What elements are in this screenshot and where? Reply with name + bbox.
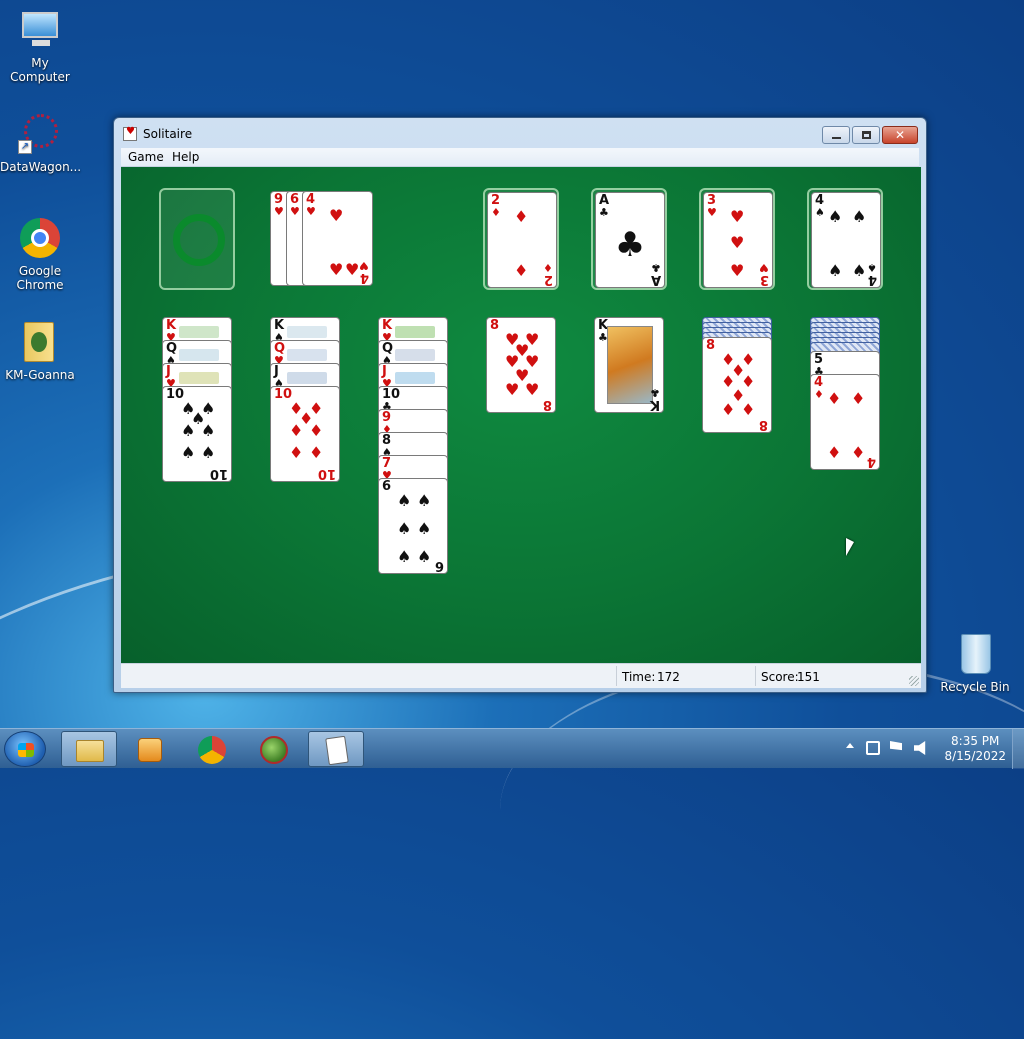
tableau-top-card[interactable]: 4 ♦ ♦ ♦ ♦ ♦ 4 (810, 374, 880, 470)
close-icon: ✕ (894, 128, 906, 142)
resize-grip-icon[interactable] (909, 676, 919, 686)
minimize-icon (832, 137, 841, 139)
tableau-top-card[interactable]: K ♣ K ♣ (594, 317, 664, 413)
network-icon[interactable] (866, 741, 880, 755)
start-button[interactable] (4, 731, 46, 767)
title-bar[interactable]: Solitaire ✕ (114, 118, 926, 148)
tableau-top-card[interactable]: 6 ♠ ♠ ♠ ♠ ♠ ♠ 6 (378, 478, 448, 574)
score-value: 151 (797, 670, 820, 684)
tableau-top-card[interactable]: 10 ♠ ♠ ♠ ♠ ♠ ♠ ♠ 10 (162, 386, 232, 482)
windows-logo-icon (18, 743, 34, 757)
show-desktop-button[interactable] (1012, 729, 1024, 769)
taskbar-goanna[interactable] (246, 731, 302, 767)
menu-game[interactable]: Game (128, 150, 164, 164)
window-title: Solitaire (143, 127, 193, 141)
folder-icon (18, 320, 62, 364)
foundation-card: A ♣ ♣ A ♣ (595, 192, 665, 288)
computer-icon (18, 8, 62, 52)
clock-date: 8/15/2022 (944, 749, 1006, 763)
clock[interactable]: 8:35 PM 8/15/2022 (944, 734, 1006, 764)
desktop-icon-label: KM-Goanna (5, 368, 75, 382)
maximize-icon (862, 131, 871, 139)
score-label: Score: (761, 670, 799, 684)
waste-top-card[interactable]: 4 ♥ ♥ ♥ ♥ 4 ♥ (302, 191, 373, 286)
taskbar-media-player[interactable] (122, 731, 178, 767)
desktop-icon-label: Recycle Bin (940, 680, 1010, 694)
desktop-icon-label: DataWagon... (0, 160, 82, 174)
status-bar: Time: 172 Score: 151 (121, 663, 921, 688)
solitaire-app-icon (123, 126, 137, 141)
menu-help[interactable]: Help (172, 150, 199, 164)
taskbar-solitaire[interactable] (308, 731, 364, 767)
chrome-icon (18, 216, 62, 260)
show-hidden-icons-icon[interactable] (846, 743, 854, 748)
desktop-icon-recycle-bin[interactable]: Recycle Bin (935, 632, 1015, 694)
game-board[interactable]: 9 ♥ 6 ♥ 4 ♥ ♥ ♥ ♥ 4 ♥ 2 ♦ ♦ ♦ 2 ♦ A ♣ ♣ A ♣ (121, 167, 921, 663)
foundation-3[interactable]: 3 ♥ ♥ ♥ ♥ 3 ♥ (699, 188, 775, 290)
mouse-cursor-icon (846, 538, 854, 556)
tableau-top-card[interactable]: 10 ♦ ♦ ♦ ♦ ♦ ♦ ♦ 10 (270, 386, 340, 482)
tableau-top-card[interactable]: 8 ♦ ♦ ♦ ♦ ♦ ♦ ♦ ♦ 8 (702, 337, 772, 433)
tableau-top-card[interactable]: 8 ♥ ♥ ♥ ♥ ♥ ♥ ♥ ♥ 8 (486, 317, 556, 413)
menu-bar: Game Help (121, 148, 919, 167)
stock-pile[interactable] (159, 188, 235, 290)
redeal-ring-icon (173, 214, 225, 266)
solitaire-cards-icon (325, 735, 349, 766)
foundation-card: 3 ♥ ♥ ♥ ♥ 3 ♥ (703, 192, 773, 288)
solitaire-window: Solitaire ✕ Game Help 9♥ 6♥ 4♥ ♥♥♥ 4♥ (113, 117, 927, 693)
foundation-1[interactable]: 2 ♦ ♦ ♦ 2 ♦ (483, 188, 559, 290)
maximize-button[interactable] (852, 126, 880, 144)
clock-time: 8:35 PM (951, 734, 1000, 748)
foundation-2[interactable]: A ♣ ♣ A ♣ (591, 188, 667, 290)
time-label: Time: (622, 670, 656, 684)
media-player-icon (138, 738, 162, 762)
foundation-card: 4 ♠ ♠ ♠ ♠ ♠ 4 ♠ (811, 192, 881, 288)
taskbar: 8:35 PM 8/15/2022 (0, 728, 1024, 769)
taskbar-explorer[interactable] (61, 731, 117, 767)
goanna-icon (260, 736, 288, 764)
foundation-card: 2 ♦ ♦ ♦ 2 ♦ (487, 192, 557, 288)
action-center-flag-icon[interactable] (890, 741, 902, 751)
desktop-icon-label: Google Chrome (16, 264, 64, 292)
king-portrait-image (607, 326, 653, 404)
minimize-button[interactable] (822, 126, 850, 144)
time-value: 172 (657, 670, 680, 684)
desktop-icon-datawagon[interactable]: ↗ DataWagon... (0, 112, 82, 174)
desktop-icon-my-computer[interactable]: My Computer (0, 8, 80, 84)
foundation-4[interactable]: 4 ♠ ♠ ♠ ♠ ♠ 4 ♠ (807, 188, 883, 290)
close-button[interactable]: ✕ (882, 126, 918, 144)
taskbar-chrome[interactable] (184, 731, 240, 767)
volume-icon[interactable] (914, 741, 926, 755)
datawagon-icon: ↗ (18, 112, 62, 156)
desktop-icon-google-chrome[interactable]: Google Chrome (0, 216, 80, 292)
desktop-icon-label: My Computer (10, 56, 70, 84)
desktop-icon-km-goanna[interactable]: KM-Goanna (0, 320, 80, 382)
recycle-bin-icon (953, 632, 997, 676)
chrome-icon (198, 736, 226, 764)
explorer-folder-icon (76, 740, 104, 762)
